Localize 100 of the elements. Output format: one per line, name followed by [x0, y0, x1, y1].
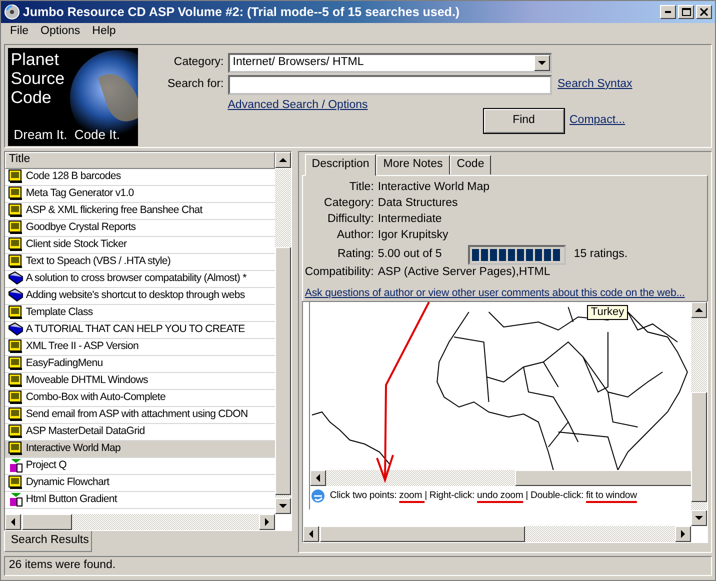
tab[interactable]: Code: [450, 154, 492, 175]
list-item[interactable]: Moveable DHTML Windows: [4, 372, 276, 390]
script-icon: [8, 424, 23, 440]
list-item[interactable]: Interactive World Map: [4, 440, 276, 458]
field-label: Author:: [336, 229, 375, 244]
rating-count: 15 ratings.: [574, 248, 628, 262]
vertical-scrollbar[interactable]: [691, 302, 708, 526]
scroll-thumb[interactable]: [22, 514, 72, 530]
hint-text: Click two points:: [330, 490, 398, 502]
book-icon: [8, 271, 23, 286]
compact-link[interactable]: Compact...: [570, 114, 626, 128]
field-label: Rating:: [336, 248, 375, 262]
list-item[interactable]: A TUTORIAL THAT CAN HELP YOU TO CREATE: [4, 322, 276, 339]
horizontal-scrollbar[interactable]: [302, 526, 692, 542]
list-item[interactable]: Dynamic Flowchart: [4, 474, 276, 492]
maximize-button[interactable]: [678, 5, 694, 19]
list-item[interactable]: Html Button Gradient: [4, 492, 276, 509]
triangle-left-icon: [316, 474, 320, 482]
scroll-down-button[interactable]: [275, 498, 292, 514]
triangle-left-icon: [308, 530, 313, 538]
triangle-down-icon: [279, 504, 288, 508]
scroll-left-button[interactable]: [310, 470, 326, 486]
field-value: Igor Krupitsky: [378, 229, 448, 244]
minimize-icon: [665, 11, 671, 13]
tab[interactable]: More Notes: [376, 154, 450, 175]
search-field[interactable]: [228, 74, 552, 95]
underlined-action: fit to window: [586, 490, 637, 502]
menu-item[interactable]: Options: [40, 25, 80, 39]
scroll-thumb[interactable]: [691, 392, 708, 502]
horizontal-scrollbar[interactable]: [310, 470, 692, 486]
list-item[interactable]: Adding website's shortcut to desktop through webs: [4, 288, 276, 305]
list-item[interactable]: Project Q: [4, 458, 276, 475]
tab[interactable]: Description: [304, 154, 376, 176]
field-label: Difficulty:: [326, 213, 375, 228]
category-dropdown[interactable]: Internet/ Browsers/ HTML: [228, 52, 552, 73]
field-value: ASP (Active Server Pages),HTML: [378, 266, 550, 280]
search-syntax-link[interactable]: Search Syntax: [558, 78, 632, 92]
script-icon: [8, 169, 23, 184]
script-icon: [8, 186, 23, 202]
scroll-right-button[interactable]: [675, 526, 692, 542]
column-header[interactable]: Title: [4, 152, 276, 169]
scroll-down-button[interactable]: [691, 510, 708, 526]
triangle-right-icon: [681, 530, 686, 538]
logo-text: Source: [10, 68, 65, 88]
field-value: 5.00 out of 5: [378, 248, 443, 262]
scroll-thumb[interactable]: [320, 526, 525, 542]
advanced-search-link[interactable]: Advanced Search / Options: [228, 98, 368, 113]
script-icon: [8, 220, 23, 236]
status-bar: 26 items were found.: [4, 556, 712, 576]
scroll-up-button[interactable]: [691, 302, 708, 318]
close-button[interactable]: [696, 5, 712, 19]
horizontal-scrollbar[interactable]: [4, 514, 276, 530]
hint-text: | Double-click:: [524, 490, 585, 502]
script-icon: [8, 203, 23, 218]
menu-item[interactable]: Help: [92, 25, 116, 39]
script-icon: [8, 356, 23, 372]
list-item[interactable]: Text to Speach (VBS / .HTA style): [4, 254, 276, 271]
window-title: Jumbo Resource CD ASP Volume #2: (Trial mode--5 of 15 searches used.): [22, 4, 460, 20]
search-results-tab[interactable]: Search Results: [4, 530, 92, 552]
list-item[interactable]: EasyFadingMenu: [4, 356, 276, 373]
logo-tagline: Dream It. Code It.: [14, 127, 120, 143]
underlined-action: undo zoom: [477, 490, 524, 502]
field-label: Category:: [172, 56, 225, 70]
close-icon: [700, 8, 708, 16]
minimize-button[interactable]: [660, 5, 676, 19]
field-label: Title:: [348, 181, 375, 196]
vertical-scrollbar[interactable]: [275, 168, 292, 514]
field-label: Search for:: [166, 78, 225, 92]
tooltip: Turkey: [586, 304, 628, 320]
scroll-left-button[interactable]: [4, 514, 21, 530]
list-item[interactable]: Goodbye Crystal Reports: [4, 220, 276, 237]
list-item[interactable]: Client side Stock Ticker: [4, 236, 276, 254]
scroll-thumb[interactable]: [275, 246, 292, 495]
list-item[interactable]: A solution to cross browser compatability (Almost) *: [4, 270, 276, 288]
dropdown-arrow-icon: [538, 60, 546, 65]
list-item[interactable]: XML Tree II - ASP Version: [4, 338, 276, 356]
list-item[interactable]: Send email from ASP with attachment using CDON: [4, 406, 276, 424]
script-icon: [8, 237, 23, 252]
list-item[interactable]: Code 128 B barcodes: [4, 168, 276, 186]
hint-text: | Right-click:: [424, 490, 476, 502]
list-item[interactable]: Template Class: [4, 304, 276, 322]
triangle-up-icon: [695, 308, 704, 312]
find-button[interactable]: Find: [484, 108, 564, 133]
list-item[interactable]: ASP & XML flickering free Banshee Chat: [4, 202, 276, 220]
triangle-down-icon: [695, 516, 704, 520]
triangle-left-icon: [10, 518, 15, 526]
toolbox-icon: [8, 458, 23, 474]
list-item[interactable]: Combo-Box with Auto-Complete: [4, 390, 276, 407]
menu-item[interactable]: File: [10, 25, 29, 39]
script-icon: [8, 254, 23, 270]
comments-link[interactable]: Ask questions of author or view other user comments about this code on the web...: [304, 287, 685, 300]
scroll-up-button[interactable]: [275, 152, 292, 168]
script-icon: [8, 339, 23, 354]
scroll-left-button[interactable]: [302, 526, 319, 542]
triangle-up-icon: [279, 158, 288, 162]
script-icon: [8, 441, 23, 456]
maximize-icon: [682, 8, 690, 16]
scroll-right-button[interactable]: [259, 514, 276, 530]
script-icon: [8, 407, 23, 422]
list-item[interactable]: Meta Tag Generator v1.0: [4, 186, 276, 203]
